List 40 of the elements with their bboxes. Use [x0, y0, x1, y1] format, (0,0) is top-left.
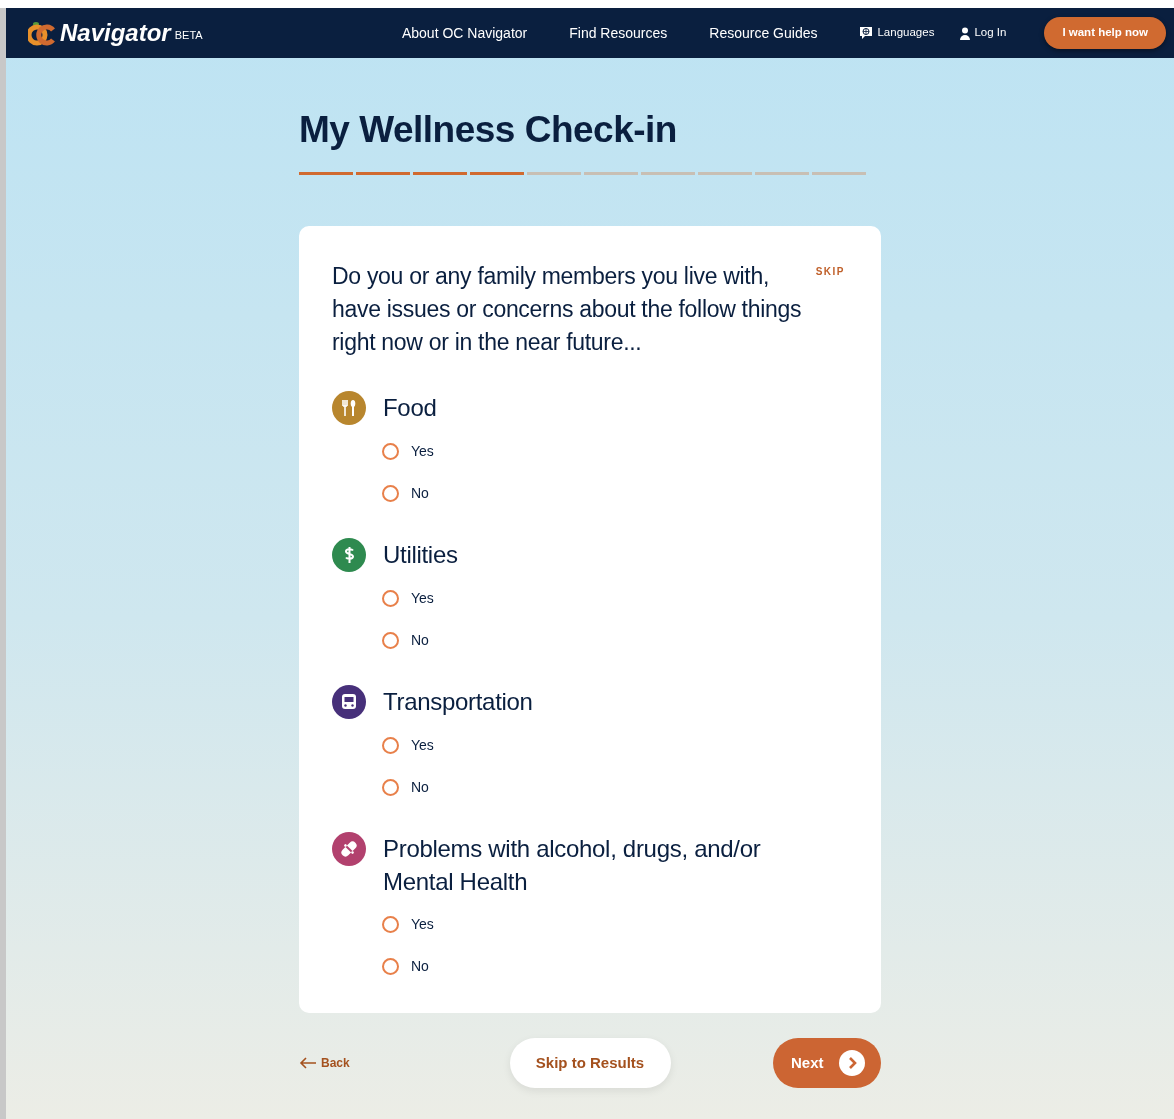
brand-name[interactable]: Navigator — [60, 15, 171, 51]
option-label[interactable]: Yes — [411, 913, 434, 935]
option-label[interactable]: No — [411, 776, 429, 798]
option-label[interactable]: Yes — [411, 734, 434, 756]
skip-link[interactable]: SKIP — [815, 264, 845, 280]
help-now-button[interactable]: I want help now — [1044, 17, 1166, 49]
log-in-link[interactable]: Log In — [974, 24, 1007, 42]
radio-button[interactable] — [382, 778, 399, 796]
radio-button[interactable] — [382, 442, 399, 460]
page-title: My Wellness Check-in — [299, 108, 678, 152]
topic-label: Problems with alcohol, drugs, and/or Mental Health — [383, 834, 762, 898]
topic-label: Food — [383, 393, 438, 424]
speech-bubble-globe-icon — [859, 26, 874, 40]
logo-icon — [28, 20, 56, 46]
radio-button[interactable] — [382, 957, 399, 975]
topic-label: Transportation — [383, 687, 534, 718]
option-label[interactable]: No — [411, 482, 429, 504]
nav-link[interactable]: Resource Guides — [709, 22, 818, 44]
nav-link[interactable]: About OC Navigator — [401, 22, 528, 44]
topic-label: Utilities — [383, 540, 459, 571]
languages-link[interactable]: Languages — [877, 24, 935, 42]
radio-button[interactable] — [382, 915, 399, 933]
chevron-right-icon — [839, 1050, 865, 1077]
skip-to-results-button[interactable]: Skip to Results — [509, 1038, 671, 1089]
question-text: Do you or any family members you live with, have issues or concerns about the follow things right now or in the near future... — [332, 262, 802, 358]
radio-button[interactable] — [382, 589, 399, 607]
option-label[interactable]: Yes — [411, 440, 434, 462]
nav-link[interactable]: Find Resources — [569, 22, 668, 44]
radio-button[interactable] — [382, 736, 399, 754]
next-button[interactable]: Next — [773, 1038, 881, 1089]
left-arrow-icon — [299, 1057, 317, 1070]
beta-label: BETA — [174, 28, 203, 43]
option-label[interactable]: No — [411, 629, 429, 651]
radio-button[interactable] — [382, 484, 399, 502]
next-label: Next — [791, 1053, 824, 1074]
option-label[interactable]: Yes — [411, 587, 434, 609]
option-label[interactable]: No — [411, 955, 429, 977]
user-icon — [960, 26, 971, 40]
back-link[interactable]: Back — [321, 1054, 350, 1073]
radio-button[interactable] — [382, 631, 399, 649]
